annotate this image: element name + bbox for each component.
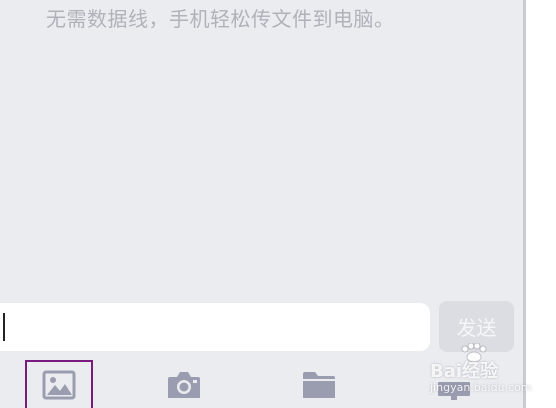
app-window: 无需数据线，手机轻松传文件到电脑。 发送 (0, 0, 523, 408)
window-edge (523, 0, 526, 408)
toolbar-image-button[interactable] (25, 360, 93, 408)
toolbar-folder-button[interactable] (285, 360, 353, 408)
toolbar-camera-button[interactable] (150, 360, 218, 408)
folder-icon (301, 368, 337, 400)
send-button[interactable]: 发送 (439, 301, 514, 352)
camera-icon (166, 368, 202, 400)
message-input[interactable] (0, 303, 430, 351)
image-icon (42, 369, 76, 401)
toolbar-computer-button[interactable] (420, 360, 488, 408)
transfer-hint-text: 无需数据线，手机轻松传文件到电脑。 (46, 7, 395, 31)
computer-icon (436, 368, 472, 400)
text-caret (3, 313, 5, 341)
